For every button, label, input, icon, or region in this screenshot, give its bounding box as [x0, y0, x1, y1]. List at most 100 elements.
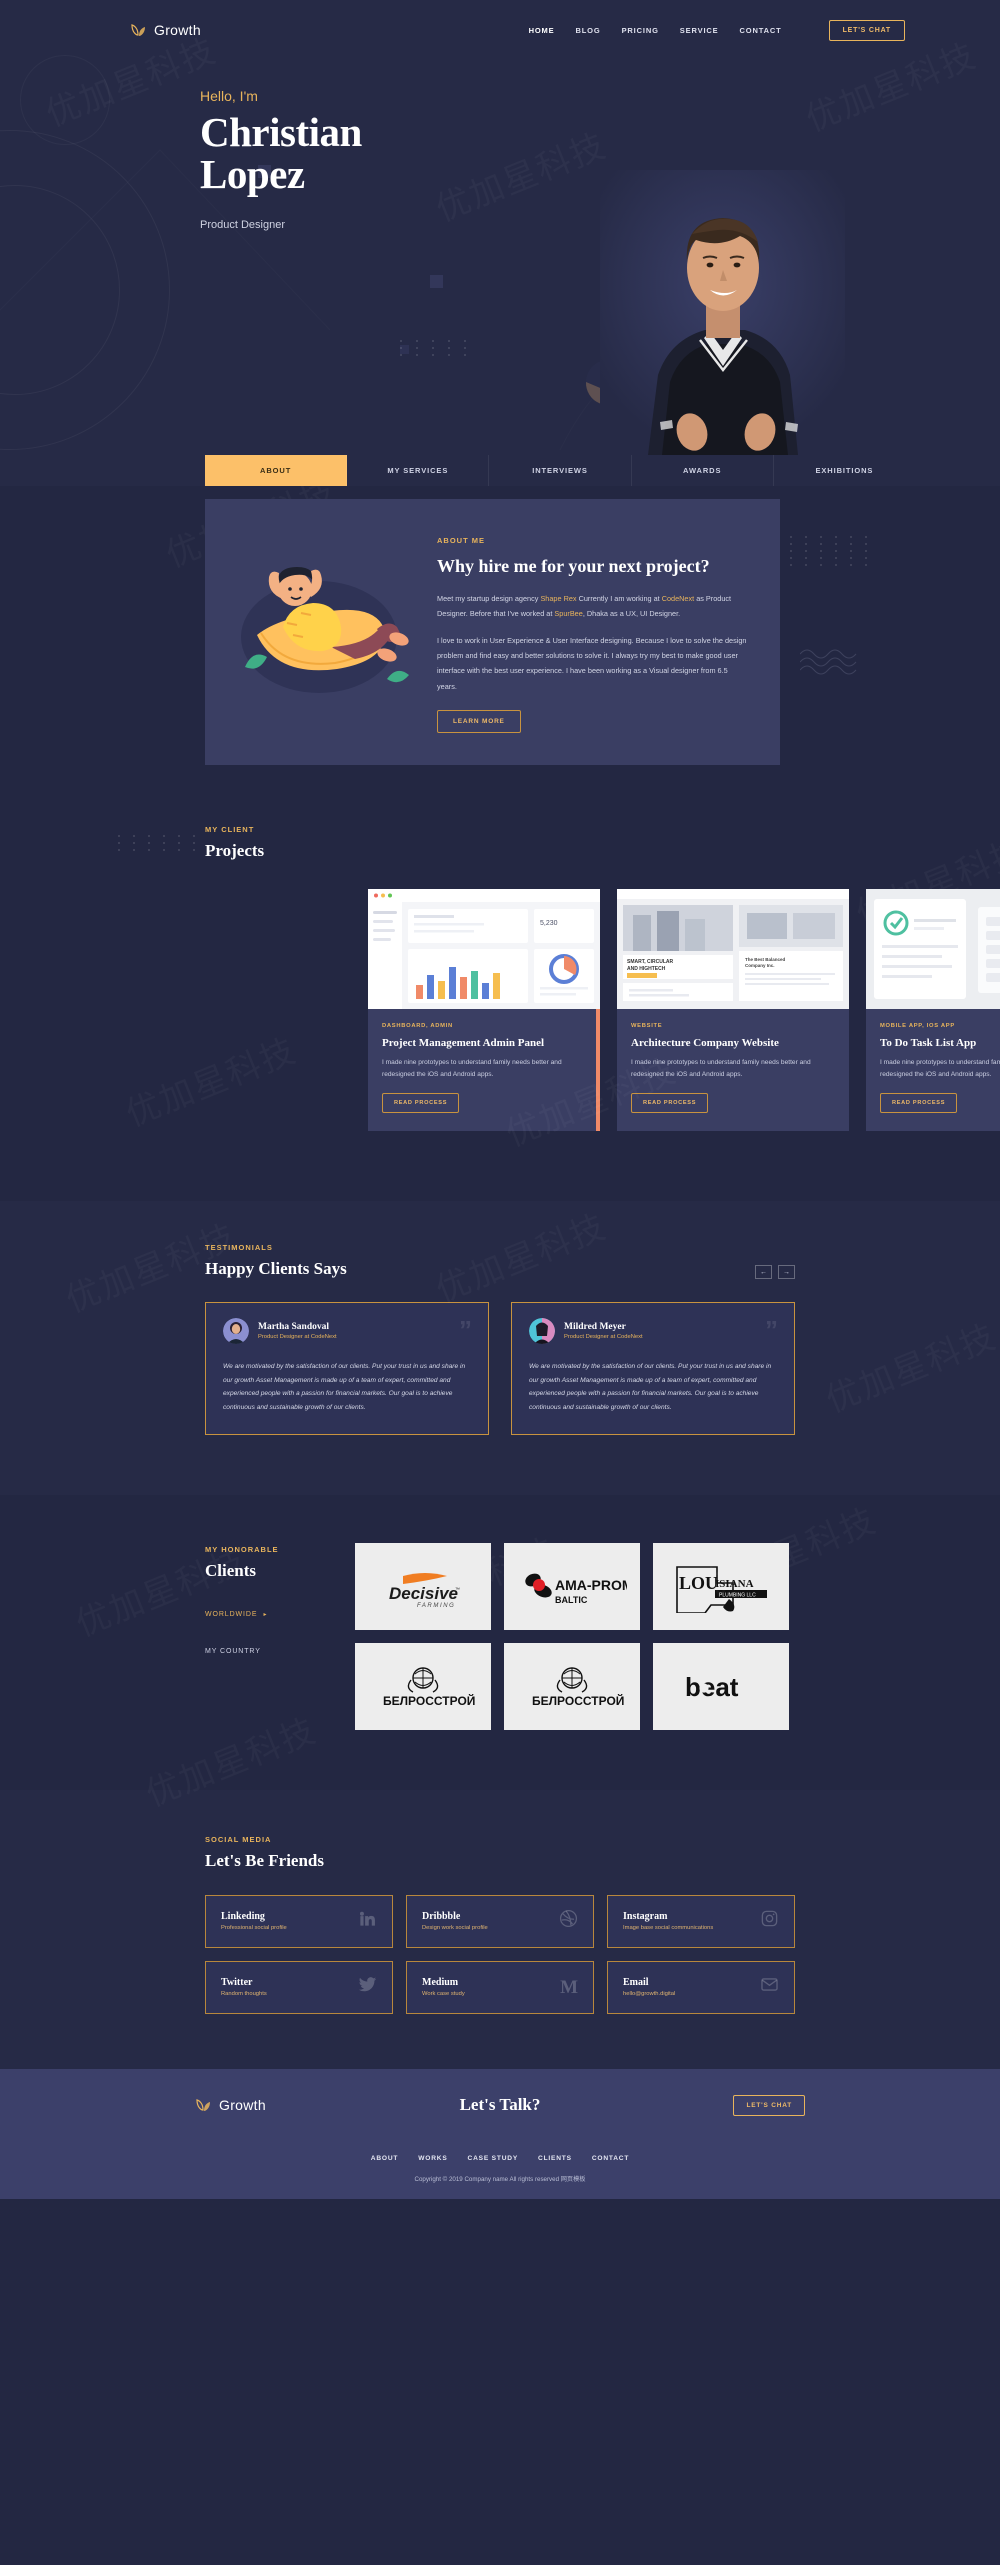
tab-awards[interactable]: AWARDS	[632, 455, 774, 486]
project-thumbnail: SMART, CIRCULAR AND HIGHTECH The Best Ba…	[617, 888, 849, 1009]
social-sub: Design work social profile	[422, 1925, 488, 1932]
project-card[interactable]: MOBILE APP, IOS APP To Do Task List App …	[866, 888, 1000, 1132]
projects-title: Projects	[205, 840, 265, 860]
about-section: ABOUT ME Why hire me for your next proje…	[0, 486, 1000, 825]
social-section: SOCIAL MEDIA Let's Be Friends Linkeding …	[0, 1790, 1000, 2070]
testimonials-cards: ” Martha Sandoval Product Designer at Co…	[205, 1302, 795, 1436]
about-illustration	[227, 527, 417, 733]
social-card-dribbble[interactable]: Dribbble Design work social profile	[406, 1895, 594, 1949]
client-logo-cell[interactable]: beat	[653, 1643, 789, 1731]
about-link-codenext[interactable]: CodeNext	[662, 594, 694, 603]
arrow-left-icon[interactable]: ←	[755, 1265, 772, 1280]
social-title: Let's Be Friends	[205, 1851, 324, 1871]
testimonial-card: ” Martha Sandoval Product Designer at Co…	[205, 1302, 489, 1436]
client-logo-grid: Decisive ™ FARMING AMA-PROM BALTIC LOU I…	[355, 1543, 789, 1731]
social-card-instagram[interactable]: Instagram Image base social communicatio…	[607, 1895, 795, 1949]
about-kicker: ABOUT ME	[437, 536, 485, 545]
hero-content: Hello, I'm Christian Lopez Product Desig…	[0, 60, 1000, 231]
svg-text:Company Inc.: Company Inc.	[745, 963, 775, 968]
avatar	[223, 1318, 249, 1345]
clients-title: Clients	[205, 1561, 256, 1581]
arrow-right-icon[interactable]: →	[778, 1265, 795, 1280]
brand-name: Growth	[154, 22, 201, 38]
about-link-shaperex[interactable]: Shape Rex	[540, 594, 576, 603]
svg-text:ISIANA: ISIANA	[715, 1578, 754, 1590]
nav-item-home[interactable]: HOME	[529, 26, 555, 35]
project-card[interactable]: SMART, CIRCULAR AND HIGHTECH The Best Ba…	[617, 888, 849, 1132]
nav-item-contact[interactable]: CONTACT	[740, 26, 782, 35]
footer-nav-clients[interactable]: CLIENTS	[538, 2155, 572, 2162]
social-card-linkedin[interactable]: Linkeding Professional social profile	[205, 1895, 393, 1949]
svg-text:Decisive: Decisive	[389, 1584, 458, 1603]
social-name: Linkeding	[221, 1911, 265, 1923]
project-title: Architecture Company Website	[631, 1036, 779, 1049]
footer-nav-case-study[interactable]: CASE STUDY	[468, 2155, 519, 2162]
read-process-button[interactable]: READ PROCESS	[382, 1093, 460, 1114]
svg-text:LOU: LOU	[679, 1573, 718, 1593]
projects-kicker: MY CLIENT	[205, 824, 255, 834]
testimonial-text: We are motivated by the satisfaction of …	[223, 1363, 466, 1411]
dribbble-icon	[559, 1909, 578, 1933]
quote-icon: ”	[765, 1315, 778, 1346]
project-thumbnail	[866, 888, 1000, 1009]
testimonial-text: We are motivated by the satisfaction of …	[529, 1363, 772, 1411]
client-logo-cell[interactable]: БЕЛРОССТРОЙ	[504, 1643, 640, 1731]
client-logo-cell[interactable]: LOU ISIANA PLUMBING LLC	[653, 1543, 789, 1631]
mail-icon	[760, 1975, 779, 1999]
svg-text:AND HIGHTECH: AND HIGHTECH	[627, 966, 666, 972]
about-link-spurbee[interactable]: SpurBee	[554, 609, 582, 618]
nav-links: HOME BLOG PRICING SERVICE CONTACT LET'S …	[529, 19, 905, 41]
project-description: I made nine prototypes to understand fam…	[382, 1058, 562, 1079]
social-sub: Random thoughts	[221, 1991, 267, 1998]
svg-text:™: ™	[455, 1587, 460, 1593]
client-logo-cell[interactable]: БЕЛРОССТРОЙ	[355, 1643, 491, 1731]
svg-text:The Best Balanced: The Best Balanced	[745, 957, 786, 962]
social-name: Medium	[422, 1977, 459, 1989]
watermark: 优加星科技	[117, 1023, 302, 1136]
footer-copyright: Copyright © 2019 Company name All rights…	[414, 2176, 586, 2184]
read-process-button[interactable]: READ PROCESS	[631, 1093, 709, 1114]
brand-logo[interactable]: Growth	[130, 22, 201, 38]
section-tabs: ABOUT MY SERVICES INTERVIEWS AWARDS EXHI…	[0, 455, 1000, 486]
read-process-button[interactable]: READ PROCESS	[880, 1093, 958, 1114]
filter-my-country[interactable]: MY COUNTRY	[205, 1648, 355, 1655]
footer-nav-contact[interactable]: CONTACT	[592, 2155, 629, 2162]
testimonial-name: Mildred Meyer	[564, 1322, 626, 1333]
tab-interviews[interactable]: INTERVIEWS	[489, 455, 632, 486]
about-paragraph-1: Meet my startup design agency Shape Rex …	[437, 591, 748, 622]
nav-item-blog[interactable]: BLOG	[575, 26, 600, 35]
social-card-twitter[interactable]: Twitter Random thoughts	[205, 1961, 393, 2015]
client-logo-cell[interactable]: AMA-PROM BALTIC	[504, 1543, 640, 1631]
nav-item-service[interactable]: SERVICE	[680, 26, 719, 35]
clients-kicker: MY HONORABLE	[205, 1545, 279, 1555]
lets-chat-button[interactable]: LET'S CHAT	[828, 19, 905, 41]
social-card-medium[interactable]: Medium Work case study M	[406, 1961, 594, 2015]
tab-my-services[interactable]: MY SERVICES	[347, 455, 490, 486]
watermark: 优加星科技	[817, 1309, 1000, 1422]
footer-nav-works[interactable]: WORKS	[418, 2155, 447, 2162]
svg-text:beat: beat	[685, 1672, 739, 1702]
nav-item-pricing[interactable]: PRICING	[622, 26, 659, 35]
projects-card-row: 5,230 DASHBOARD, ADMIN Project Managemen…	[368, 888, 1000, 1132]
svg-text:FARMING: FARMING	[417, 1603, 455, 1609]
footer-nav-about[interactable]: ABOUT	[371, 2155, 398, 2162]
social-name: Dribbble	[422, 1911, 461, 1923]
clients-section: MY HONORABLE Clients WORLDWIDE ▸ MY COUN…	[0, 1495, 1000, 1791]
social-sub: hello@growth.digital	[623, 1991, 676, 1998]
project-card[interactable]: 5,230 DASHBOARD, ADMIN Project Managemen…	[368, 888, 600, 1132]
project-category: WEBSITE	[631, 1022, 663, 1029]
social-name: Instagram	[623, 1911, 668, 1923]
footer-top-bar: Growth Let's Talk? LET'S CHAT	[195, 2069, 805, 2141]
learn-more-button[interactable]: LEARN MORE	[437, 709, 521, 733]
clients-filters: MY HONORABLE Clients WORLDWIDE ▸ MY COUN…	[205, 1543, 355, 1730]
decorative-dots	[775, 536, 875, 566]
social-sub: Work case study	[422, 1991, 465, 1998]
filter-worldwide[interactable]: WORLDWIDE ▸	[205, 1611, 355, 1618]
hero-portrait-photo	[600, 170, 845, 455]
tab-about[interactable]: ABOUT	[205, 455, 348, 486]
hero-section: Growth HOME BLOG PRICING SERVICE CONTACT…	[0, 0, 1000, 455]
social-card-email[interactable]: Email hello@growth.digital	[607, 1961, 795, 2015]
client-logo-cell[interactable]: Decisive ™ FARMING	[355, 1543, 491, 1631]
about-p1-a: Meet my startup design agency	[437, 594, 541, 604]
tab-exhibitions[interactable]: EXHIBITIONS	[774, 455, 915, 486]
